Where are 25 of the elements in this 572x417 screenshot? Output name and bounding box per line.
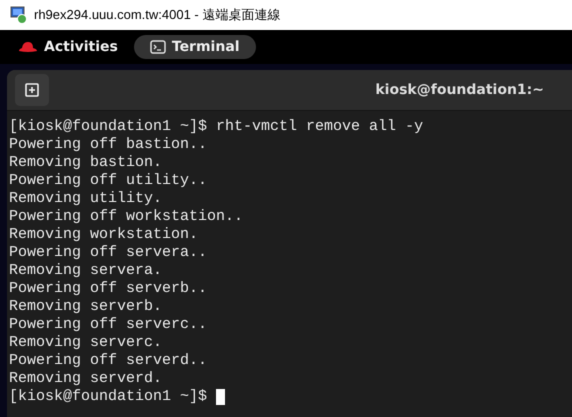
terminal-line: Removing utility. bbox=[9, 190, 162, 208]
terminal-app-button[interactable]: Terminal bbox=[134, 35, 256, 59]
terminal-line: [kiosk@foundation1 ~]$ rht-vmctl remove all -y bbox=[9, 118, 424, 136]
terminal-line: Removing serverd. bbox=[9, 370, 162, 388]
plus-icon bbox=[25, 83, 39, 97]
terminal-line: Removing bastion. bbox=[9, 154, 162, 172]
new-tab-button[interactable] bbox=[15, 74, 49, 106]
terminal-line: Powering off serverc.. bbox=[9, 316, 208, 334]
terminal-line: [kiosk@foundation1 ~]$ bbox=[9, 388, 208, 406]
terminal-icon bbox=[150, 40, 166, 54]
window-title: rh9ex294.uuu.com.tw:4001 - 遠端桌面連線 bbox=[34, 6, 280, 24]
terminal-line: Removing serverb. bbox=[9, 298, 162, 316]
terminal-line: Powering off bastion.. bbox=[9, 136, 208, 154]
terminal-line: Powering off servera.. bbox=[9, 244, 208, 262]
remote-desktop-icon bbox=[10, 6, 28, 24]
terminal-line: Powering off utility.. bbox=[9, 172, 208, 190]
terminal-line: Powering off serverb.. bbox=[9, 280, 208, 298]
terminal-line: Powering off serverd.. bbox=[9, 352, 208, 370]
terminal-line: Removing serverc. bbox=[9, 334, 162, 352]
activities-button[interactable]: Activities bbox=[18, 39, 118, 55]
terminal-line: Removing workstation. bbox=[9, 226, 198, 244]
terminal-line: Powering off workstation.. bbox=[9, 208, 244, 226]
hat-icon bbox=[18, 41, 38, 53]
terminal-title: kiosk@foundation1:~ bbox=[375, 82, 544, 98]
terminal-line: Removing servera. bbox=[9, 262, 162, 280]
